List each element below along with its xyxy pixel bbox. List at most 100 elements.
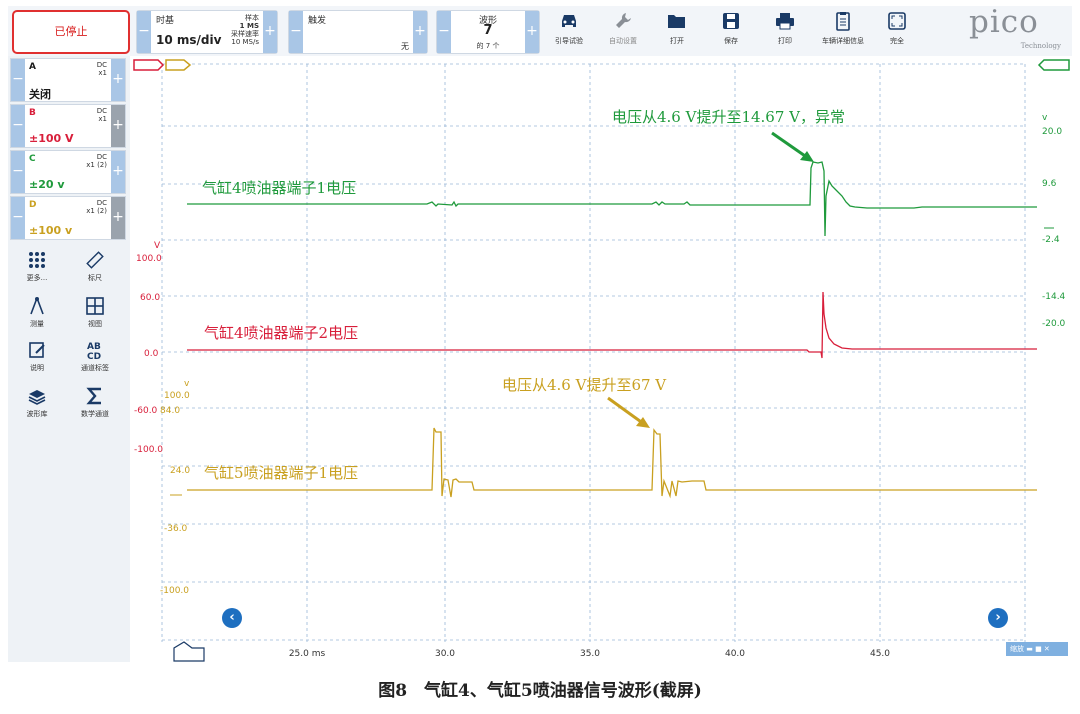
trigger-marker-gold[interactable] [165, 59, 192, 71]
vehicle-details-button[interactable]: 车辆详细信息 [816, 10, 870, 46]
printer-icon [776, 13, 794, 30]
trigger-decrease-button[interactable]: − [289, 11, 303, 53]
channel-a-control[interactable]: − A DC x1 关闭 + [10, 58, 126, 102]
gold-axis-tick-7: -100.0 [160, 586, 189, 596]
channel-c-range: ±20 v [29, 178, 65, 191]
grid-dots-icon [29, 252, 45, 268]
channel-c-trace [187, 161, 1037, 237]
channel-d-decrease-button[interactable]: − [11, 197, 25, 239]
fullscreen-button[interactable]: 完全 [870, 10, 924, 46]
pico-scope-window: 已停止 − 时基 10 ms/div 样本 1 MS 采样速率 10 MS/s … [0, 0, 1080, 714]
timebase-value: 10 ms/div [156, 33, 222, 47]
channel-b-decrease-button[interactable]: − [11, 105, 25, 147]
scope-plot[interactable]: 气缸4喷油器端子1电压 电压从4.6 V提升至14.67 V，异常 气缸4喷油器… [132, 56, 1072, 662]
measure-button[interactable]: 测量 [12, 296, 62, 329]
print-label: 打印 [778, 37, 792, 45]
scope-grid [161, 63, 1026, 642]
gold-axis-unit: v [184, 379, 190, 389]
channel-labels-label: 通道标签 [81, 364, 109, 372]
channel-d-increase-button[interactable]: + [111, 197, 125, 239]
gold-axis-tick-6: -36.0 [164, 524, 188, 534]
sigma-icon [86, 387, 101, 405]
red-axis-tick-2: 60.0 [140, 293, 160, 303]
math-channels-button[interactable]: 数学通道 [70, 386, 120, 419]
svg-text:CD: CD [87, 352, 101, 360]
scroll-right-button[interactable]: › [988, 608, 1008, 628]
channel-b-increase-button[interactable]: + [111, 105, 125, 147]
channel-c-increase-button[interactable]: + [111, 151, 125, 193]
x-tick-2: 30.0 [435, 649, 455, 659]
waveform-buffer-control[interactable]: − 波形 7 的 7 个 + [436, 10, 540, 54]
more-tools-button[interactable]: 更多... [12, 250, 62, 283]
save-button[interactable]: 保存 [704, 10, 758, 46]
timebase-increase-button[interactable]: + [263, 11, 277, 53]
waveform-prev-button[interactable]: − [437, 11, 451, 53]
channel-c-control[interactable]: − C DC x1 (2) ±20 v + [10, 150, 126, 194]
waveform-library-button[interactable]: 波形库 [12, 386, 62, 419]
channel-d-coupling: DC x1 (2) [86, 199, 107, 215]
ruler-label: 标尺 [88, 274, 102, 282]
channel-c-coupling-mode: DC [96, 153, 107, 161]
stop-button[interactable]: 已停止 [12, 10, 130, 54]
save-label: 保存 [724, 37, 738, 45]
green-axis-tick-4: -14.4 [1042, 292, 1066, 302]
channel-c-name: C [29, 154, 36, 164]
trigger-label: 触发 [308, 16, 327, 26]
scroll-left-button[interactable]: ‹ [222, 608, 242, 628]
trigger-marker-red[interactable] [133, 59, 165, 71]
channel-b-probe: x1 [98, 115, 107, 123]
view-button[interactable]: 视图 [70, 296, 120, 329]
top-toolbar: 已停止 − 时基 10 ms/div 样本 1 MS 采样速率 10 MS/s … [8, 4, 1072, 56]
trigger-control[interactable]: − 触发 无 + [288, 10, 428, 54]
waveforms-value: 7 [483, 23, 493, 38]
green-axis-tick-1: 20.0 [1042, 127, 1062, 137]
waveform-next-button[interactable]: + [525, 11, 539, 53]
channel-a-increase-button[interactable]: + [111, 59, 125, 101]
channel-b-coupling: DC x1 [97, 107, 107, 123]
red-axis-tick-3: 0.0 [144, 349, 159, 359]
guided-test-button[interactable]: 引导试验 [542, 10, 596, 46]
channel-d-control[interactable]: − D DC x1 (2) ±100 v + [10, 196, 126, 240]
clipboard-icon [836, 12, 850, 31]
channel-a-probe: x1 [98, 69, 107, 77]
channel-a-decrease-button[interactable]: − [11, 59, 25, 101]
abcd-icon: ABCD [87, 342, 101, 360]
notes-button[interactable]: 说明 [12, 340, 62, 373]
car-icon [562, 15, 576, 27]
trigger-marker-green[interactable] [1037, 59, 1070, 71]
math-channels-label: 数学通道 [81, 410, 109, 418]
channel-labels-button[interactable]: AB CD 通道标签 [70, 340, 120, 373]
green-trace-label: 气缸4喷油器端子1电压 [202, 179, 356, 197]
channel-d-name: D [29, 200, 37, 210]
channel-b-range: ±100 V [29, 132, 74, 145]
auto-setup-button[interactable]: 自动设置 [596, 10, 650, 46]
scope-display[interactable]: 气缸4喷油器端子1电压 电压从4.6 V提升至14.67 V，异常 气缸4喷油器… [132, 56, 1072, 662]
zoom-control[interactable]: 缩放 ▬ ■ ✕ [1006, 642, 1068, 656]
open-button[interactable]: 打开 [650, 10, 704, 46]
ruler-button[interactable]: 标尺 [70, 250, 120, 283]
gold-annotation-arrow [607, 396, 650, 428]
red-trace-label: 气缸4喷油器端子2电压 [204, 324, 358, 342]
trigger-increase-button[interactable]: + [413, 11, 427, 53]
channel-c-decrease-button[interactable]: − [11, 151, 25, 193]
rate-value: 10 MS/s [231, 38, 259, 46]
open-label: 打开 [670, 37, 684, 45]
auto-setup-label: 自动设置 [609, 37, 637, 45]
trigger-mode: 无 [401, 42, 409, 51]
bottom-ruler-tab[interactable] [173, 641, 205, 662]
gold-axis-tick-5: 24.0 [170, 466, 190, 476]
guided-test-label: 引导试验 [555, 37, 583, 45]
folder-icon [668, 15, 685, 28]
channel-b-control[interactable]: − B DC x1 ±100 V + [10, 104, 126, 148]
wrench-icon [616, 13, 631, 28]
waveforms-total: 的 7 个 [476, 42, 500, 50]
green-axis-unit: v [1042, 113, 1048, 123]
pico-logo: pico Technology [963, 4, 1067, 54]
timebase-decrease-button[interactable]: − [137, 11, 151, 53]
channel-a-range: 关闭 [29, 88, 51, 101]
green-trace-note: 电压从4.6 V提升至14.67 V，异常 [612, 108, 845, 126]
logo-subtitle: Technology [1020, 42, 1061, 50]
green-annotation-arrow [771, 131, 814, 162]
timebase-control[interactable]: − 时基 10 ms/div 样本 1 MS 采样速率 10 MS/s + [136, 10, 278, 54]
print-button[interactable]: 打印 [758, 10, 812, 46]
